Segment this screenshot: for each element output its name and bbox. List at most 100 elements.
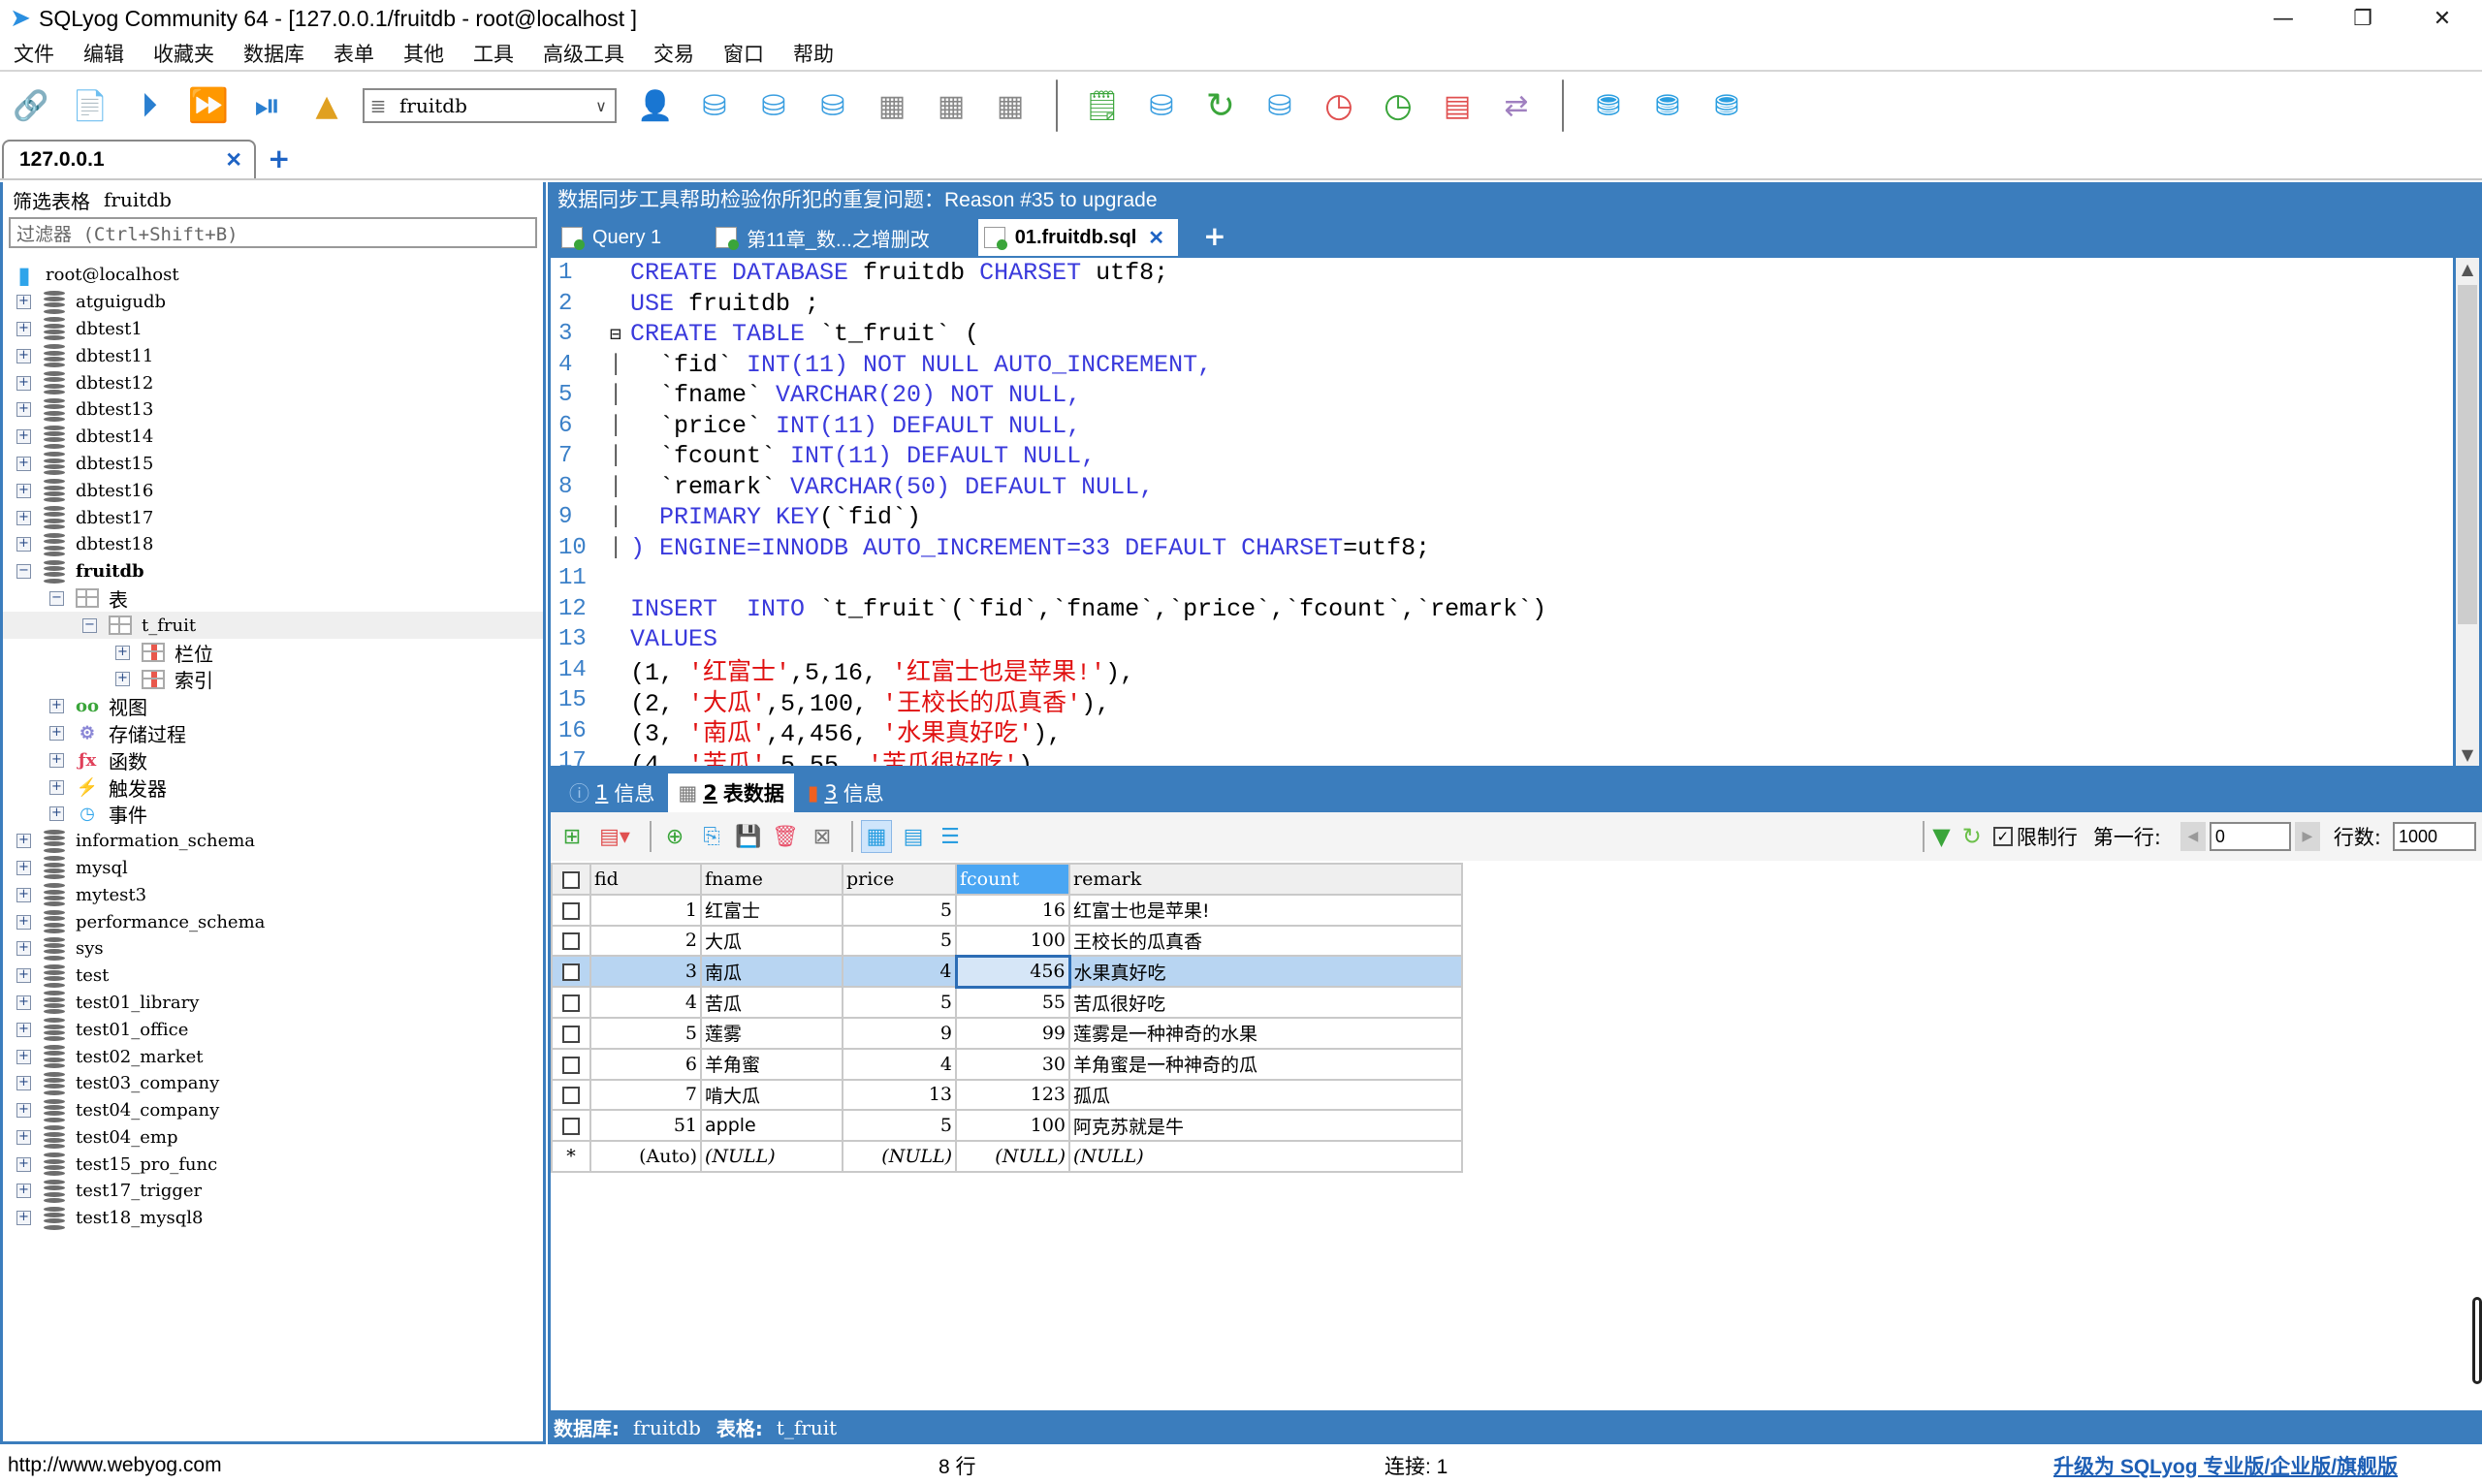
database-selector[interactable]: ≣ fruitdb ∨	[363, 88, 617, 123]
column-header[interactable]: remark	[1068, 863, 1463, 896]
grid-cell[interactable]: 羊角蜜	[700, 1047, 843, 1081]
tree-database[interactable]: + dbtest18	[3, 531, 543, 558]
new-query-icon[interactable]: 📄	[67, 82, 113, 129]
menu-item[interactable]: 帮助	[793, 39, 834, 68]
grid-cell[interactable]: 5	[589, 1016, 702, 1050]
column-header[interactable]: price	[842, 863, 957, 896]
grid-cell[interactable]: 99	[955, 1016, 1070, 1050]
duplicate-row-icon[interactable]: ⎘	[696, 820, 727, 853]
table-row[interactable]: 2 大瓜 5 100 王校长的瓜真香	[551, 924, 1463, 958]
import-csv-icon[interactable]: ▦	[869, 82, 915, 129]
grid-cell[interactable]: 5	[842, 986, 957, 1019]
tree-database[interactable]: + test04_emp	[3, 1124, 543, 1152]
row-checkbox-cell[interactable]	[551, 1078, 591, 1112]
save-icon[interactable]: 💾	[733, 820, 764, 853]
first-row-input[interactable]: 0	[2209, 822, 2291, 851]
minimize-button[interactable]: —	[2243, 0, 2323, 37]
scheduled-backup-icon[interactable]: ◷	[1375, 82, 1421, 129]
menu-item[interactable]: 编辑	[83, 39, 124, 68]
editor-scrollbar[interactable]: ▲ ▼	[2456, 258, 2479, 766]
tree-database[interactable]: + test02_market	[3, 1043, 543, 1070]
tree-database[interactable]: + dbtest14	[3, 424, 543, 451]
row-checkbox-cell[interactable]	[551, 1109, 591, 1143]
table-row[interactable]: 3 南瓜 4 456 水果真好吃	[551, 954, 1463, 989]
grid-cell[interactable]: 1	[589, 893, 702, 927]
menu-item[interactable]: 文件	[14, 39, 54, 68]
collapse-icon[interactable]: −	[49, 590, 64, 606]
backup-db-icon[interactable]: ⛁	[691, 82, 738, 129]
grid-cell[interactable]: 阿克苏就是牛	[1068, 1109, 1463, 1143]
grid-cell[interactable]: 51	[589, 1109, 702, 1143]
refresh-results-icon[interactable]: ↻	[1962, 823, 1982, 850]
user-manager-icon[interactable]: 👤	[632, 82, 679, 129]
expand-icon[interactable]: +	[16, 995, 31, 1010]
checkbox[interactable]	[562, 870, 580, 889]
expand-icon[interactable]: +	[16, 1049, 31, 1064]
expand-icon[interactable]: +	[49, 779, 64, 795]
expand-icon[interactable]: +	[16, 375, 31, 391]
tree-database[interactable]: + information_schema	[3, 828, 543, 855]
db-stack-restore-icon[interactable]: ⛃	[1703, 82, 1750, 129]
tree-database[interactable]: + test	[3, 963, 543, 990]
column-header[interactable]: fid	[589, 863, 702, 896]
grid-cell[interactable]: 9	[842, 1016, 957, 1050]
grid-cell[interactable]: 4	[842, 955, 957, 989]
resize-grip[interactable]	[2472, 1297, 2482, 1384]
export-table-icon[interactable]: ▦	[928, 82, 974, 129]
grid-cell[interactable]: 水果真好吃	[1068, 955, 1463, 989]
grid-cell[interactable]: (NULL)	[700, 1140, 843, 1173]
query-tab[interactable]: Query 1	[556, 219, 675, 256]
column-header[interactable]: fcount	[955, 863, 1070, 896]
tree-db-child[interactable]: + ⚡ 触发器	[3, 774, 543, 801]
cancel-changes-icon[interactable]: ⊠	[807, 820, 838, 853]
restore-button[interactable]: ❐	[2323, 0, 2402, 37]
text-view-icon[interactable]: ☰	[935, 820, 966, 853]
scrollbar-thumb[interactable]	[2458, 285, 2477, 624]
grid-cell[interactable]: 红富士	[700, 893, 843, 927]
column-header[interactable]: fname	[700, 863, 843, 896]
table-row[interactable]: 4 苦瓜 5 55 苦瓜很好吃	[551, 986, 1463, 1019]
tree-database[interactable]: + dbtest13	[3, 396, 543, 424]
expand-icon[interactable]: +	[16, 429, 31, 445]
row-checkbox[interactable]	[562, 1087, 580, 1105]
row-count-input[interactable]: 1000	[2393, 822, 2476, 851]
db-stack-check-icon[interactable]: ⛃	[1644, 82, 1691, 129]
row-checkbox-cell[interactable]	[551, 893, 591, 927]
delete-icon[interactable]: 🗑	[770, 820, 801, 853]
expand-icon[interactable]: +	[16, 1129, 31, 1145]
grid-cell[interactable]: 3	[589, 955, 702, 989]
tree-db-child[interactable]: + ⚙ 存储过程	[3, 720, 543, 747]
row-checkbox-cell[interactable]	[551, 1016, 591, 1050]
new-row[interactable]: * (Auto) (NULL) (NULL) (NULL) (NULL)	[551, 1140, 1463, 1173]
table-row[interactable]: 6 羊角蜜 4 30 羊角蜜是一种神奇的瓜	[551, 1047, 1463, 1081]
grid-cell[interactable]: (NULL)	[842, 1140, 957, 1173]
row-checkbox-cell[interactable]	[551, 986, 591, 1019]
fold-marker[interactable]: ⊟	[605, 322, 626, 347]
expand-icon[interactable]: +	[115, 645, 130, 660]
grid-cell[interactable]: 王校长的瓜真香	[1068, 924, 1463, 958]
menu-item[interactable]: 工具	[473, 39, 514, 68]
expand-icon[interactable]: +	[16, 1103, 31, 1119]
expand-icon[interactable]: +	[16, 1184, 31, 1199]
next-page-button[interactable]: ▶	[2294, 822, 2320, 851]
db-stack-1-icon[interactable]: ⛃	[1585, 82, 1632, 129]
collapse-icon[interactable]: −	[82, 617, 97, 633]
expand-icon[interactable]: +	[16, 456, 31, 471]
scroll-down-icon[interactable]: ▼	[2456, 745, 2479, 764]
grid-cell[interactable]: 莲雾	[700, 1016, 843, 1050]
tree-database-fruitdb[interactable]: − fruitdb	[3, 558, 543, 585]
row-checkbox[interactable]	[562, 995, 580, 1013]
expand-icon[interactable]: +	[16, 537, 31, 553]
grid-cell[interactable]: 莲雾是一种神奇的水果	[1068, 1016, 1463, 1050]
expand-icon[interactable]: +	[16, 510, 31, 525]
refresh-icon[interactable]: ↻	[1197, 82, 1244, 129]
result-tab[interactable]: ▮ 3 信息	[798, 774, 894, 812]
grid-cell[interactable]: 4	[842, 1047, 957, 1081]
tree-database[interactable]: + test18_mysql8	[3, 1205, 543, 1232]
expand-icon[interactable]: +	[16, 1076, 31, 1091]
expand-icon[interactable]: +	[16, 483, 31, 498]
expand-icon[interactable]: +	[16, 348, 31, 363]
select-all-checkbox[interactable]	[551, 863, 591, 896]
menu-item[interactable]: 收藏夹	[153, 39, 214, 68]
grid-cell[interactable]: 5	[842, 1109, 957, 1143]
